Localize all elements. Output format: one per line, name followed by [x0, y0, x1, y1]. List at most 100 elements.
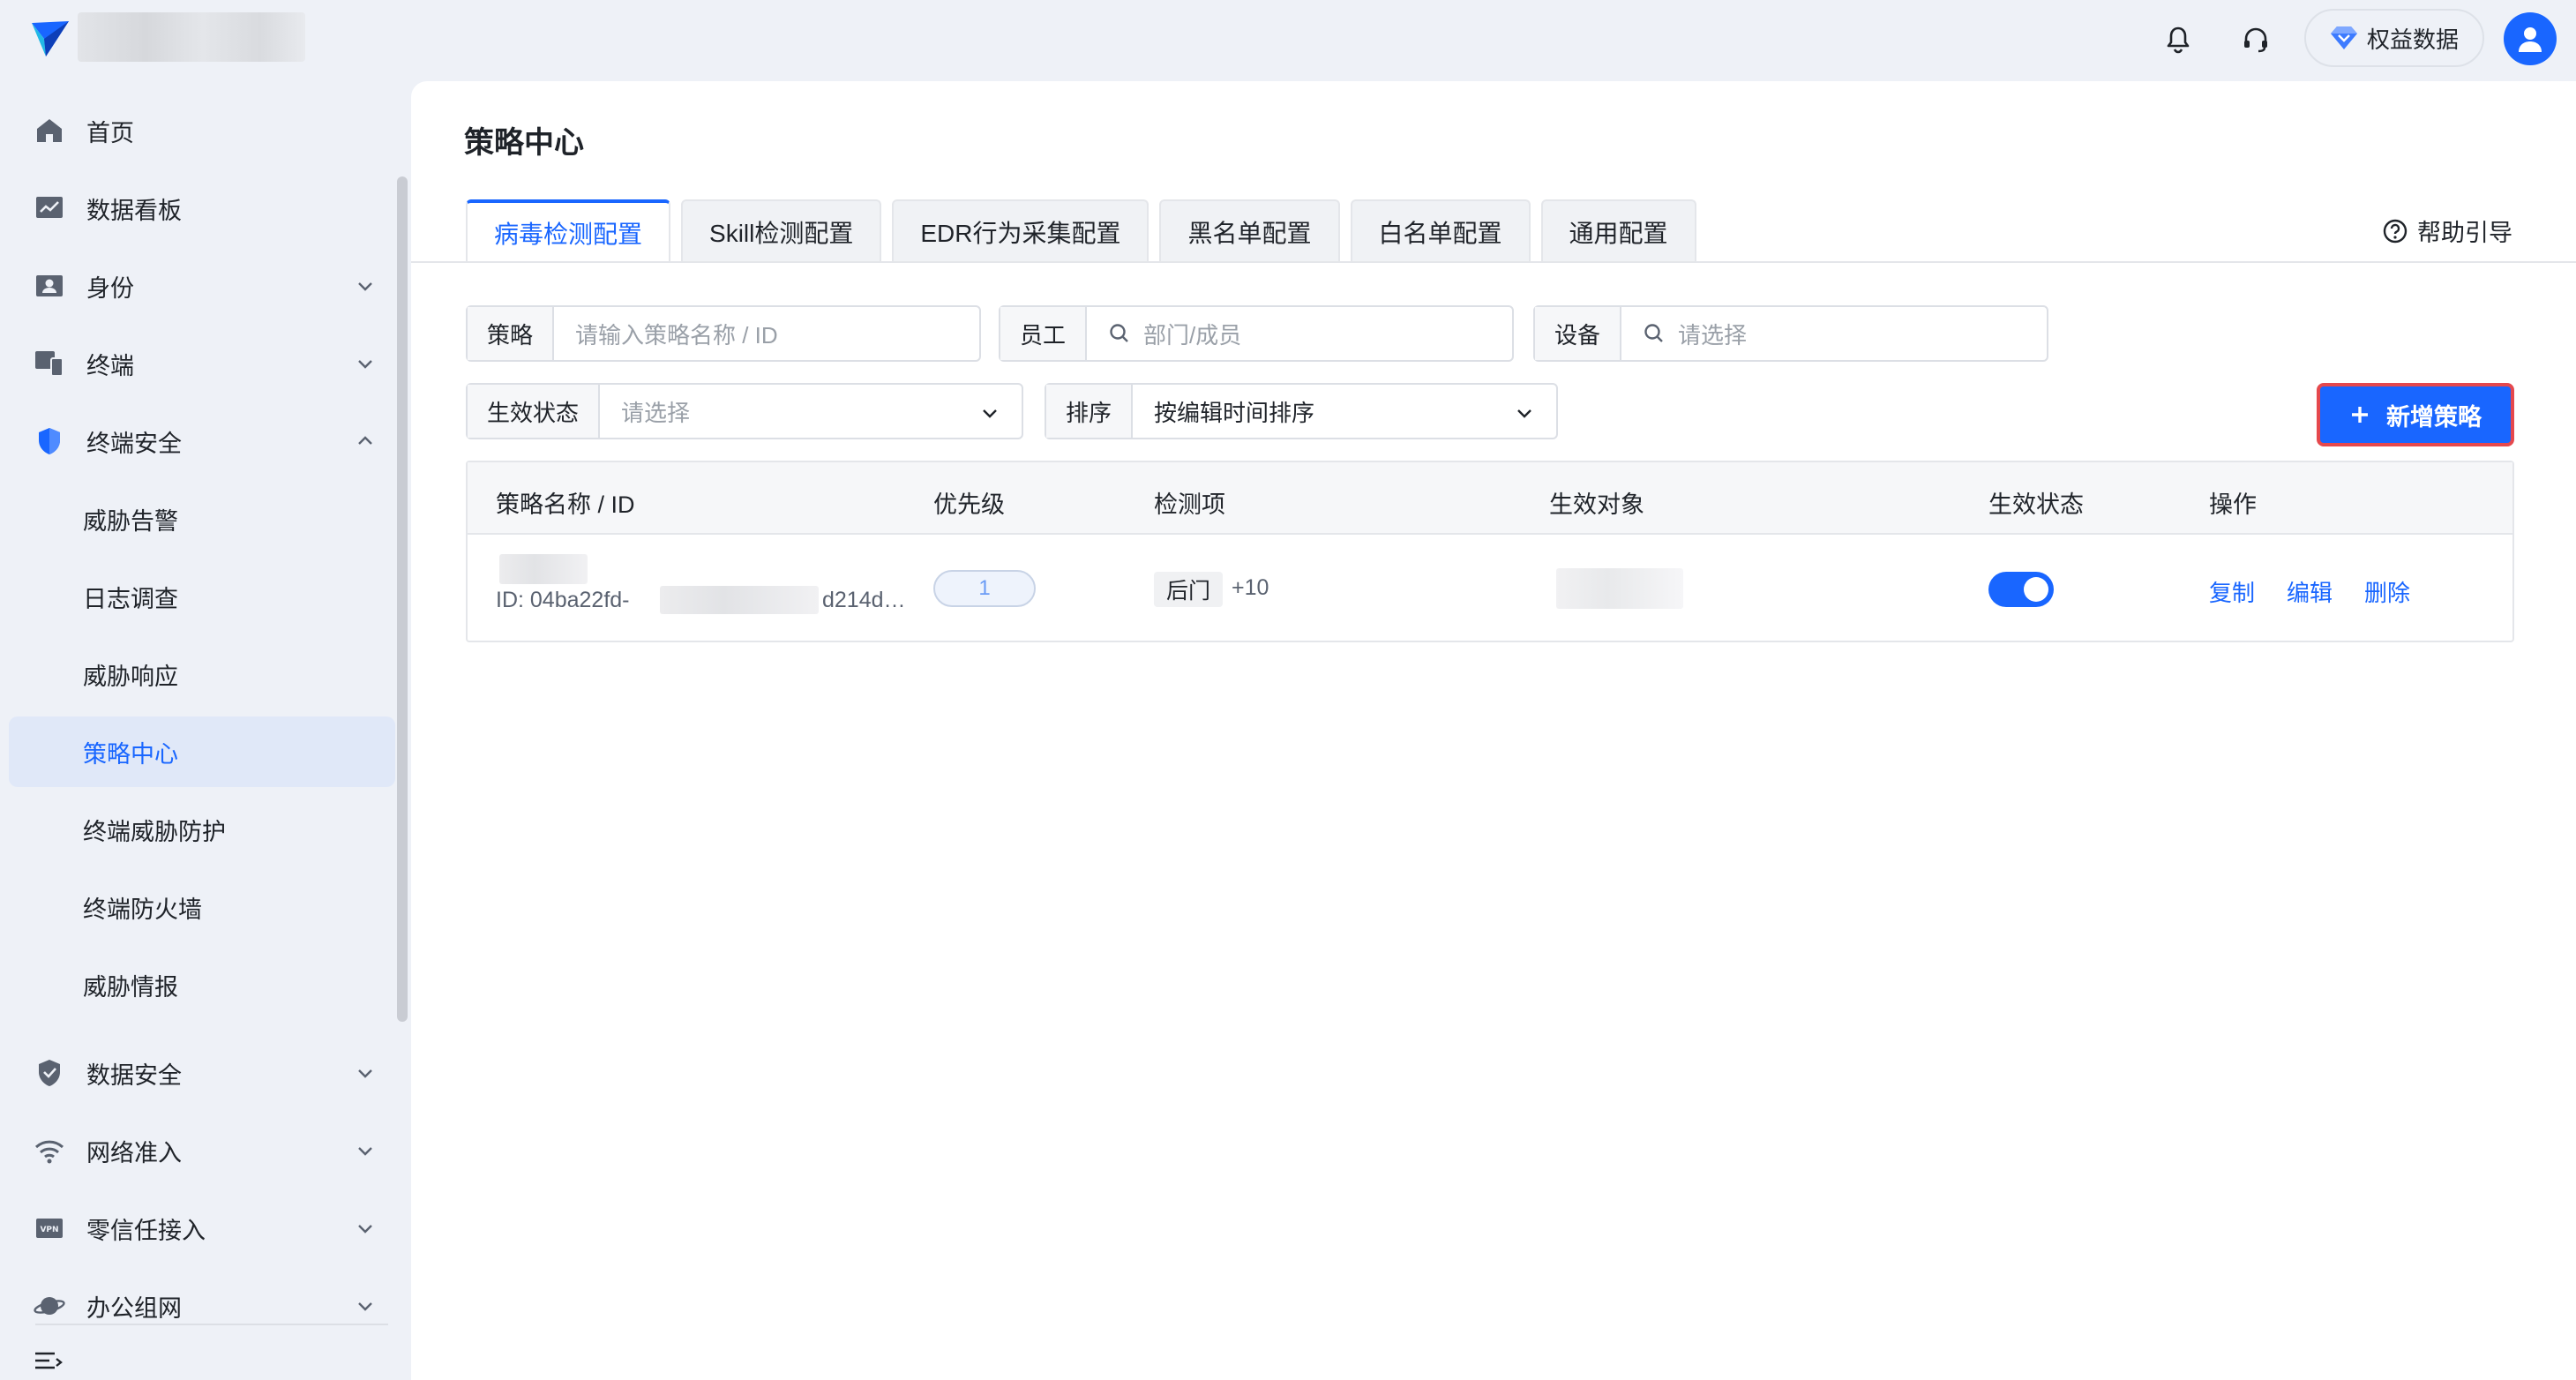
add-policy-label: 新增策略 [2386, 403, 2482, 431]
help-guide-link[interactable]: 帮助引导 [2382, 214, 2512, 248]
policy-id-suffix: d214d… [822, 588, 906, 612]
device-filter: 设备 请选择 [1533, 305, 2048, 362]
help-guide-label: 帮助引导 [2417, 220, 2512, 246]
tab-skill-detection[interactable]: Skill检测配置 [681, 199, 882, 263]
sidebar-sub-label: 威胁响应 [83, 663, 178, 690]
employee-filter-label: 员工 [1000, 307, 1088, 360]
app-name-redacted [78, 12, 305, 62]
sidebar-item-identity[interactable]: 身份 [9, 251, 395, 321]
page-title: 策略中心 [464, 126, 584, 160]
column-header-priority: 优先级 [933, 491, 1005, 518]
device-select[interactable]: 请选择 [1621, 307, 2047, 360]
sidebar-sub-policy-center[interactable]: 策略中心 [9, 716, 395, 787]
sidebar-sub-label: 日志调查 [83, 585, 178, 612]
sort-filter: 排序 按编辑时间排序 [1045, 383, 1558, 439]
sidebar-sub-endpoint-firewall[interactable]: 终端防火墙 [9, 872, 395, 942]
detection-more-count[interactable]: +10 [1232, 575, 1269, 601]
tab-blacklist[interactable]: 黑名单配置 [1159, 199, 1340, 263]
chevron-down-icon [358, 1225, 372, 1234]
policy-filter-label: 策略 [468, 307, 555, 360]
rights-data-label: 权益数据 [2366, 26, 2459, 53]
chevron-down-icon [358, 282, 372, 291]
add-policy-button[interactable]: 新增策略 [2317, 383, 2514, 446]
column-header-status: 生效状态 [1988, 491, 2084, 518]
edit-link[interactable]: 编辑 [2287, 575, 2333, 608]
app-logo-icon [32, 21, 69, 56]
tab-general[interactable]: 通用配置 [1540, 199, 1696, 263]
sidebar: 首页 数据看板 身份 终端 终端安全 威胁告警 日志调查 威胁响应 策略中心 终… [0, 81, 411, 1380]
sidebar-sub-label: 威胁情报 [83, 973, 178, 1001]
plus-icon [2352, 407, 2368, 423]
wifi-icon [32, 1133, 67, 1168]
column-header-actions: 操作 [2209, 491, 2257, 518]
sidebar-item-endpoint[interactable]: 终端 [9, 328, 395, 399]
tab-whitelist[interactable]: 白名单配置 [1350, 199, 1531, 263]
sidebar-item-network-access[interactable]: 网络准入 [9, 1115, 395, 1186]
shield-icon [32, 424, 67, 459]
tabs-divider [411, 261, 2576, 263]
diamond-icon [2330, 26, 2357, 49]
employee-search-input[interactable]: 部门/成员 [1087, 307, 1512, 360]
copy-link[interactable]: 复制 [2209, 575, 2255, 608]
search-icon [1644, 324, 1663, 342]
sidebar-item-home[interactable]: 首页 [9, 95, 395, 166]
sidebar-sub-label: 终端防火墙 [83, 896, 202, 923]
policy-table: 策略名称 / ID 优先级 检测项 生效对象 生效状态 操作 ID: 04ba2… [466, 461, 2514, 642]
shield-check-icon [32, 1055, 67, 1091]
sidebar-sub-log-investigation[interactable]: 日志调查 [9, 561, 395, 632]
tab-edr-collection[interactable]: EDR行为采集配置 [892, 199, 1149, 263]
policy-id-redacted [660, 586, 819, 614]
policy-search-placeholder: 请输入策略名称 / ID [575, 321, 778, 349]
chevron-down-icon [358, 1147, 372, 1156]
chevron-down-icon [983, 409, 997, 418]
policy-id-prefix: ID: 04ba22fd- [496, 588, 630, 612]
sort-select[interactable]: 按编辑时间排序 [1133, 385, 1556, 438]
status-select[interactable]: 请选择 [600, 385, 1022, 438]
sidebar-scrollbar[interactable] [397, 176, 408, 1022]
sidebar-item-label: 办公组网 [86, 1294, 182, 1322]
tab-virus-detection[interactable]: 病毒检测配置 [466, 199, 671, 263]
sidebar-item-zero-trust[interactable]: VPN 零信任接入 [9, 1193, 395, 1264]
bell-icon[interactable] [2160, 21, 2197, 58]
status-toggle[interactable] [1988, 572, 2054, 607]
sidebar-item-label: 终端 [86, 352, 134, 379]
sidebar-item-dashboard[interactable]: 数据看板 [9, 173, 395, 244]
policy-search-input[interactable]: 请输入策略名称 / ID [554, 307, 979, 360]
employee-filter: 员工 部门/成员 [999, 305, 1514, 362]
devices-icon [32, 346, 67, 381]
chevron-down-icon [358, 1069, 372, 1078]
user-avatar[interactable] [2504, 12, 2557, 65]
rights-data-button[interactable]: 权益数据 [2304, 9, 2484, 67]
sidebar-item-label: 首页 [86, 119, 134, 146]
search-icon [1110, 324, 1128, 342]
sidebar-sub-label: 终端威胁防护 [83, 818, 226, 845]
question-circle-icon [2383, 219, 2408, 243]
sort-select-value: 按编辑时间排序 [1154, 399, 1315, 426]
chevron-down-icon [358, 360, 372, 369]
svg-text:VPN: VPN [40, 1226, 58, 1234]
dashboard-icon [32, 191, 67, 226]
policy-filter: 策略 请输入策略名称 / ID [466, 305, 981, 362]
sidebar-item-office-network[interactable]: 办公组网 [9, 1271, 395, 1341]
collapse-menu-icon[interactable] [34, 1350, 64, 1375]
target-redacted [1556, 568, 1683, 609]
sidebar-item-endpoint-security[interactable]: 终端安全 [9, 406, 395, 476]
sidebar-sub-threat-intel[interactable]: 威胁情报 [9, 949, 395, 1020]
employee-search-placeholder: 部门/成员 [1143, 321, 1242, 349]
sidebar-sub-threat-response[interactable]: 威胁响应 [9, 639, 395, 709]
sidebar-item-label: 身份 [86, 274, 134, 302]
headset-icon[interactable] [2237, 21, 2274, 58]
home-icon [32, 113, 67, 148]
sidebar-sub-endpoint-threat-protection[interactable]: 终端威胁防护 [9, 794, 395, 865]
delete-link[interactable]: 删除 [2364, 575, 2410, 608]
sidebar-sub-threat-alert[interactable]: 威胁告警 [9, 484, 395, 554]
status-filter-label: 生效状态 [468, 385, 601, 438]
sidebar-sub-label: 威胁告警 [83, 507, 178, 535]
vpn-icon: VPN [32, 1211, 67, 1246]
detection-tag: 后门 [1154, 572, 1224, 607]
sidebar-item-data-security[interactable]: 数据安全 [9, 1038, 395, 1108]
device-filter-label: 设备 [1535, 307, 1622, 360]
id-card-icon [32, 268, 67, 304]
sidebar-item-label: 数据安全 [86, 1061, 182, 1089]
column-header-detection: 检测项 [1154, 491, 1225, 518]
